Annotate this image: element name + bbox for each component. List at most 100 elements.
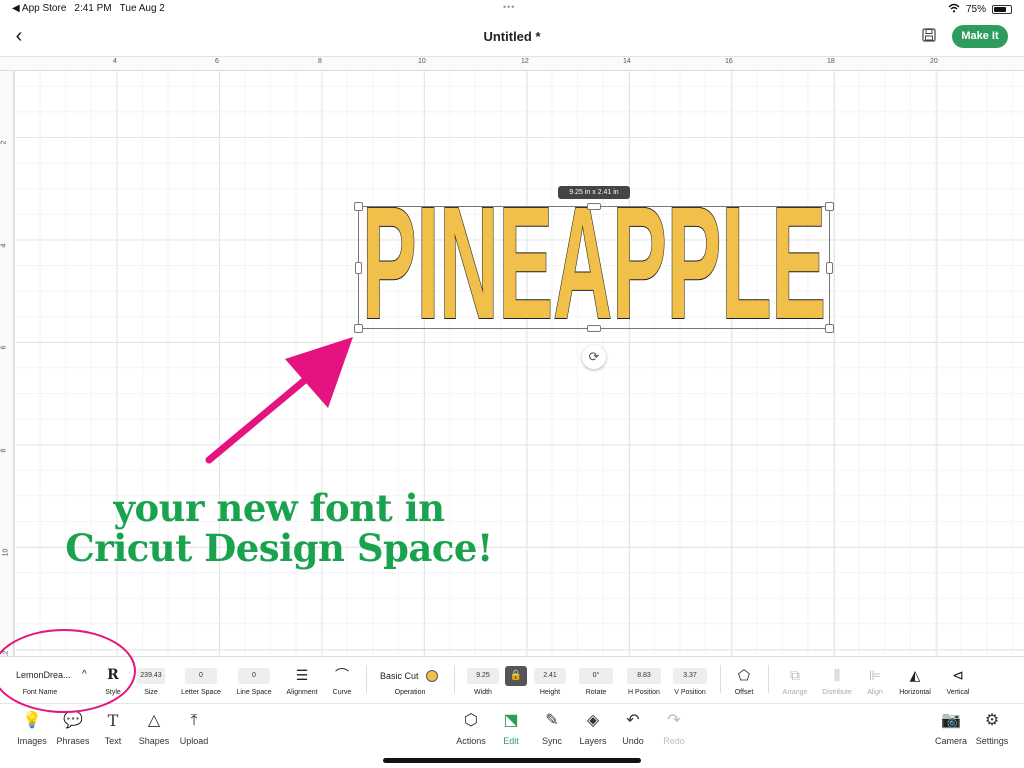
- size-control[interactable]: 239.43 Size: [131, 657, 171, 705]
- project-title: Untitled *: [483, 29, 541, 44]
- align-center-icon: ☰: [295, 667, 309, 683]
- h-position-label: H Position: [628, 689, 660, 696]
- ruler-tick-label: 2: [0, 140, 8, 145]
- header-bar: ‹ Untitled * Make It: [0, 18, 1024, 56]
- curve-label: Curve: [332, 689, 352, 696]
- redo-icon: ↷: [667, 712, 681, 729]
- v-position-label: V Position: [674, 689, 706, 696]
- nav-settings-label: Settings: [975, 736, 1009, 746]
- distribute-icon: ⫼: [833, 667, 841, 683]
- ruler-top: 4 6 8 10 12 14 16 18 20: [0, 57, 1024, 71]
- align-control: ⊫ Align: [860, 657, 890, 705]
- h-position-value[interactable]: 8.83: [627, 668, 661, 684]
- toolbar-divider: [720, 665, 721, 693]
- ruler-tick-label: 6: [0, 345, 8, 350]
- ruler-left: 2 4 6 8 10 12: [0, 71, 14, 656]
- multitasking-dots-icon[interactable]: •••: [503, 2, 515, 12]
- v-position-control[interactable]: 3.37 V Position: [668, 657, 712, 705]
- curve-control[interactable]: ⌒ Curve: [324, 657, 360, 705]
- arrange-control: ⧉ Arrange: [776, 657, 814, 705]
- letter-space-value[interactable]: 0: [185, 668, 217, 684]
- h-position-control[interactable]: 8.83 H Position: [622, 657, 666, 705]
- status-time: 2:41 PM: [74, 3, 112, 14]
- battery-icon: [992, 5, 1012, 14]
- line-space-control[interactable]: 0 Line Space: [230, 657, 278, 705]
- width-control[interactable]: 9.25 Width: [462, 657, 504, 705]
- flip-vertical-icon: ⊲: [952, 667, 964, 683]
- dimension-tooltip: 9.25 in x 2.41 in: [558, 186, 630, 199]
- status-bar: ◀ App Store 2:41 PM Tue Aug 2 ••• 75%: [0, 0, 1024, 18]
- operation-value[interactable]: Basic Cut: [380, 671, 419, 681]
- align-icon: ⊫: [868, 667, 882, 683]
- text-properties-toolbar: LemonDrea... ^ Font Name R Style 239.43 …: [0, 656, 1024, 704]
- vertical-label: Vertical: [946, 689, 970, 696]
- alignment-control[interactable]: ☰ Alignment: [282, 657, 322, 705]
- nav-upload[interactable]: ⤒ Upload: [170, 710, 218, 746]
- color-swatch[interactable]: [426, 670, 438, 682]
- alignment-label: Alignment: [286, 689, 318, 696]
- resize-handle-top[interactable]: [587, 203, 601, 210]
- width-value[interactable]: 9.25: [467, 668, 499, 684]
- ruler-tick-label: 10: [2, 548, 10, 557]
- annotation-line-2: Cricut Design Space!: [65, 526, 493, 570]
- rotate-label: Rotate: [585, 689, 607, 696]
- toolbar-divider: [768, 665, 769, 693]
- resize-handle-left[interactable]: [355, 262, 362, 274]
- ruler-tick-label: 8: [0, 448, 8, 453]
- annotation-caption: your new font in Cricut Design Space!: [44, 488, 514, 568]
- resize-handle-bottom-left[interactable]: [354, 324, 363, 333]
- flip-horizontal-control[interactable]: ◭ Horizontal: [894, 657, 936, 705]
- line-space-value[interactable]: 0: [238, 668, 270, 684]
- upload-icon: ⤒: [190, 712, 198, 729]
- lock-proportions-icon[interactable]: 🔒: [505, 666, 527, 686]
- line-space-label: Line Space: [236, 689, 272, 696]
- curve-icon: ⌒: [335, 667, 349, 683]
- rotate-value[interactable]: 0°: [579, 668, 613, 684]
- rotate-control[interactable]: 0° Rotate: [576, 657, 616, 705]
- width-label: Width: [474, 689, 492, 696]
- letter-space-label: Letter Space: [181, 689, 221, 696]
- resize-handle-right[interactable]: [826, 262, 833, 274]
- resize-handle-top-left[interactable]: [354, 202, 363, 211]
- size-value[interactable]: 239.43: [136, 668, 166, 684]
- annotation-line-1: your new font in: [113, 486, 445, 530]
- offset-icon: ⬠: [737, 667, 751, 683]
- ruler-tick-label: 18: [827, 58, 835, 65]
- operation-label: Operation: [394, 689, 426, 696]
- toolbar-divider: [366, 665, 367, 693]
- ruler-tick-label: 14: [623, 58, 631, 65]
- resize-handle-bottom[interactable]: [587, 325, 601, 332]
- back-to-app-store[interactable]: ◀ App Store: [12, 3, 66, 14]
- flip-horizontal-icon: ◭: [909, 667, 921, 683]
- save-icon[interactable]: [922, 28, 938, 44]
- ruler-tick-label: 16: [725, 58, 733, 65]
- operation-control[interactable]: Operation: [370, 657, 450, 705]
- height-control[interactable]: 2.41 Height: [530, 657, 570, 705]
- rotate-icon[interactable]: ⟳: [582, 345, 606, 369]
- ruler-tick-label: 20: [930, 58, 938, 65]
- annotation-arrow: [205, 337, 353, 464]
- ruler-tick-label: 4: [113, 58, 117, 65]
- make-it-button[interactable]: Make It: [952, 25, 1008, 48]
- size-label: Size: [144, 689, 158, 696]
- selection-bounding-box[interactable]: [354, 202, 834, 333]
- resize-handle-top-right[interactable]: [825, 202, 834, 211]
- height-value[interactable]: 2.41: [534, 668, 566, 684]
- nav-redo-label: Redo: [663, 736, 685, 746]
- distribute-label: Distribute: [822, 689, 852, 696]
- arrange-icon: ⧉: [790, 667, 800, 683]
- gear-icon: ⚙: [984, 712, 1000, 729]
- nav-settings[interactable]: ⚙ Settings: [968, 710, 1016, 746]
- design-canvas[interactable]: 4 6 8 10 12 14 16 18 20 2 4 6 8 10 12 9.…: [0, 56, 1024, 656]
- offset-control[interactable]: ⬠ Offset: [726, 657, 762, 705]
- ruler-tick-label: 4: [0, 243, 8, 248]
- nav-upload-label: Upload: [179, 736, 209, 746]
- flip-vertical-control[interactable]: ⊲ Vertical: [940, 657, 976, 705]
- nav-redo: ↷ Redo: [650, 710, 698, 746]
- v-position-value[interactable]: 3.37: [673, 668, 707, 684]
- arrange-label: Arrange: [782, 689, 808, 696]
- resize-handle-bottom-right[interactable]: [825, 324, 834, 333]
- letter-space-control[interactable]: 0 Letter Space: [176, 657, 226, 705]
- status-date: Tue Aug 2: [119, 3, 165, 14]
- home-indicator[interactable]: [383, 758, 641, 763]
